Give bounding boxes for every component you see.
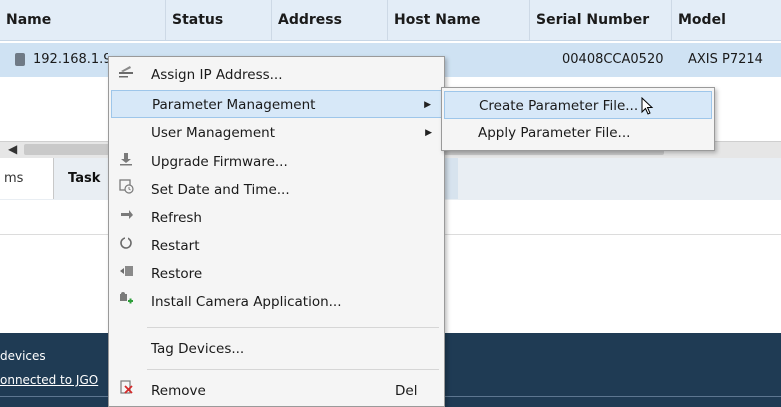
menu-item-install-camera-application[interactable]: Install Camera Application... (111, 288, 442, 316)
tab-alarms[interactable]: ms (0, 158, 54, 199)
submenu-arrow-icon: ▶ (424, 100, 431, 110)
restart-icon (117, 232, 135, 260)
submenu-arrow-icon: ▶ (425, 128, 432, 138)
column-header-address[interactable]: Address (272, 0, 388, 40)
menu-item-upgrade-firmware[interactable]: Upgrade Firmware... (111, 148, 442, 176)
column-header-status[interactable]: Status (166, 0, 272, 40)
restore-icon (117, 260, 135, 288)
submenu-item-create-parameter-file[interactable]: Create Parameter File... (444, 91, 712, 119)
menu-item-remove[interactable]: Remove Del (111, 377, 442, 405)
device-table-header: Name Status Address Host Name Serial Num… (0, 0, 781, 41)
status-connection-link[interactable]: onnected to JGO (0, 373, 98, 387)
camera-device-icon (15, 53, 25, 66)
parameter-management-submenu: Create Parameter File... Apply Parameter… (441, 87, 715, 151)
menu-item-tag-devices[interactable]: Tag Devices... (111, 335, 442, 363)
device-context-menu: Assign IP Address... Parameter Managemen… (108, 56, 445, 407)
remove-icon (117, 377, 135, 405)
assign-ip-icon (117, 61, 135, 89)
upgrade-firmware-icon (117, 148, 135, 176)
column-header-model[interactable]: Model (672, 0, 781, 40)
status-devices-text: devices (0, 349, 46, 363)
menu-item-refresh[interactable]: Refresh (111, 204, 442, 232)
menu-item-set-date-time[interactable]: Set Date and Time... (111, 176, 442, 204)
column-header-serial-number[interactable]: Serial Number (530, 0, 672, 40)
menu-separator (147, 327, 439, 328)
column-header-host-name[interactable]: Host Name (388, 0, 530, 40)
device-name-cell: 192.168.1.90 (33, 52, 108, 67)
menu-item-parameter-management[interactable]: Parameter Management ▶ (111, 90, 442, 118)
device-model-cell: AXIS P7214 (688, 52, 763, 67)
menu-separator (147, 369, 439, 370)
submenu-item-apply-parameter-file[interactable]: Apply Parameter File... (444, 119, 712, 147)
refresh-icon (117, 204, 135, 232)
device-serial-cell: 00408CCA0520 (562, 52, 664, 67)
mouse-cursor-icon (641, 96, 655, 121)
remove-shortcut: Del (395, 383, 418, 399)
menu-item-user-management[interactable]: User Management ▶ (111, 119, 442, 147)
menu-item-restart[interactable]: Restart (111, 232, 442, 260)
install-app-icon (117, 288, 135, 316)
date-time-icon (117, 176, 135, 204)
scroll-left-icon[interactable]: ◀ (8, 142, 17, 157)
column-header-name[interactable]: Name (0, 0, 166, 40)
menu-item-assign-ip-address[interactable]: Assign IP Address... (111, 61, 442, 89)
menu-item-restore[interactable]: Restore (111, 260, 442, 288)
